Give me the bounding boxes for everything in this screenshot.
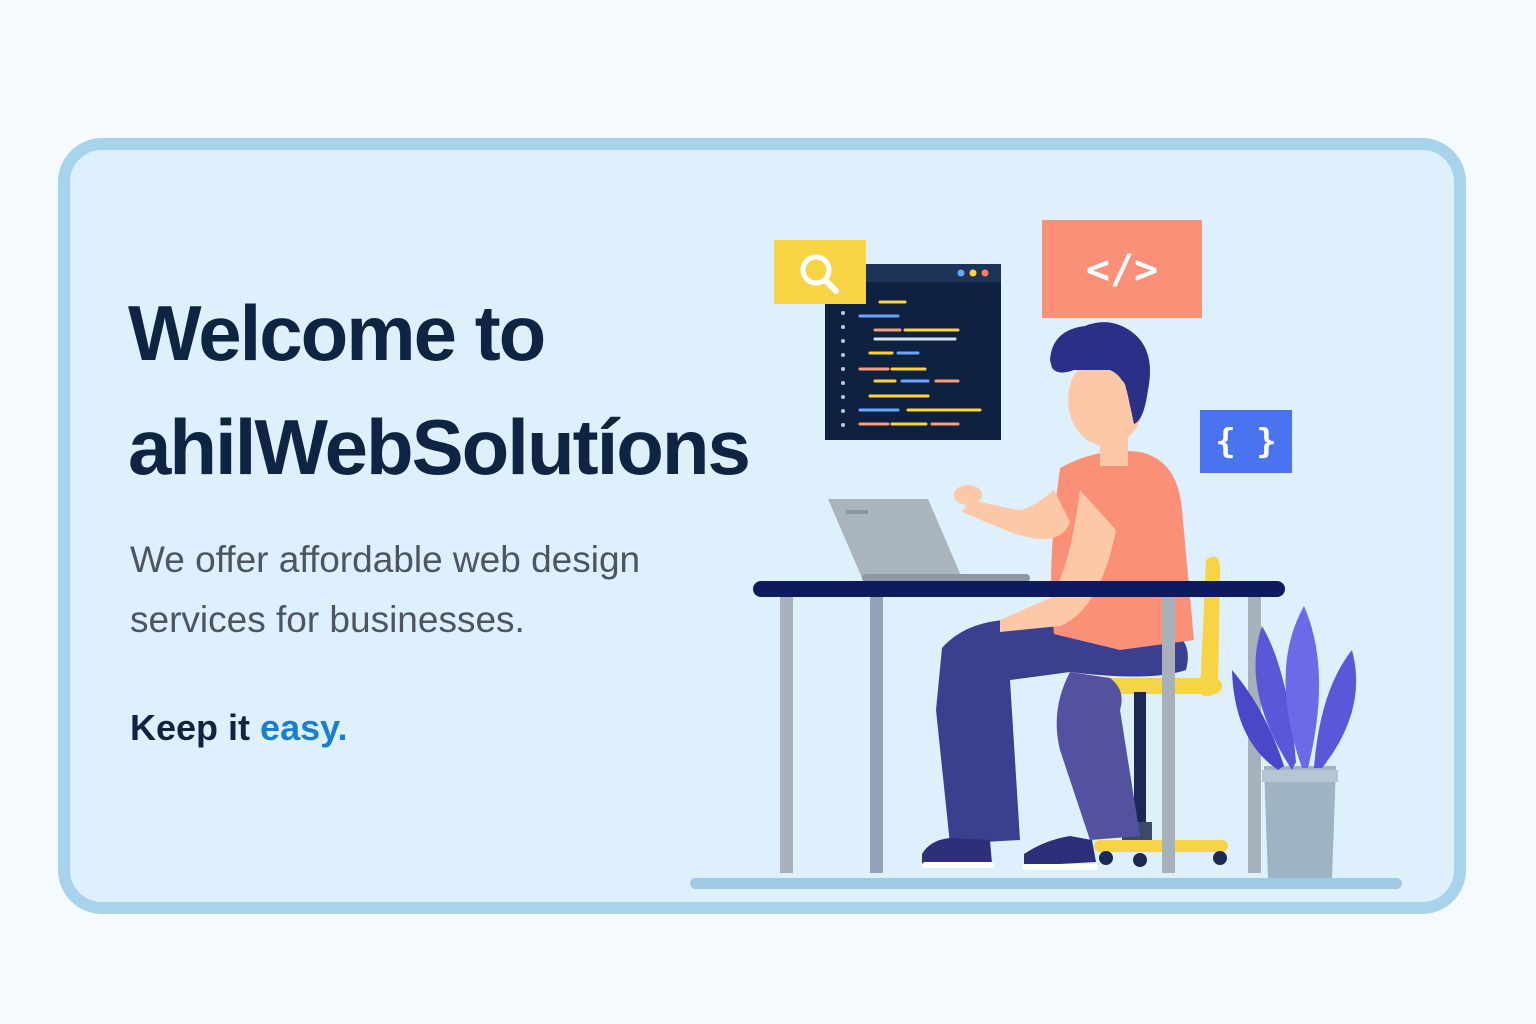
motto: Keep it easy. <box>130 703 347 753</box>
code-tag-tile: </> <box>1042 220 1202 318</box>
hero-card: Welcome to ahilWebSolutíons We offer aff… <box>58 138 1466 914</box>
developer-illustration: </> { } <box>690 220 1402 889</box>
search-tile <box>774 240 866 304</box>
tagline: We offer affordable web design services … <box>130 539 641 640</box>
braces-icon: { } <box>1215 422 1276 462</box>
motto-prefix: Keep it <box>130 707 251 748</box>
code-tag-icon: </> <box>1086 247 1158 293</box>
braces-tile: { } <box>1200 410 1292 473</box>
title-line-2: ahilWebSolutíons <box>128 403 751 491</box>
title-line-1: Welcome to <box>128 289 546 377</box>
page-title: Welcome to ahilWebSolutíons <box>128 276 751 504</box>
motto-accent: easy. <box>260 707 348 748</box>
floor-line <box>690 878 1402 889</box>
